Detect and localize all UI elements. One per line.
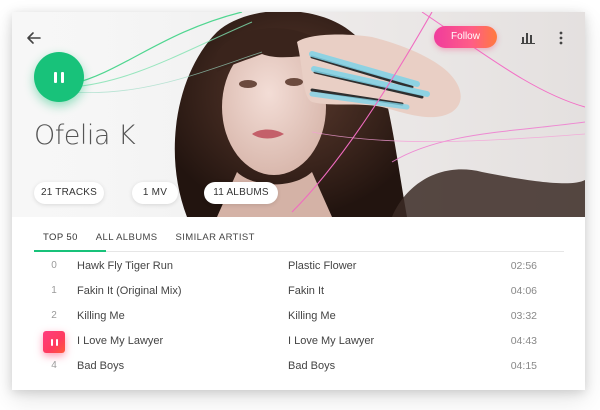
follow-button[interactable]: Follow [434, 26, 497, 48]
track-title: Bad Boys [77, 360, 125, 372]
artist-hero: Ofelia K Follow 21 TRACKS 1 MV 11 ALBUMS [12, 12, 585, 217]
track-album: Fakin It [288, 285, 325, 297]
artist-name: Ofelia K [34, 120, 136, 151]
track-title: Hawk Fly Tiger Run [77, 260, 173, 272]
content-tabs: TOP 50 ALL ALBUMS SIMILAR ARTIST [34, 226, 264, 252]
back-arrow-icon[interactable] [26, 30, 42, 46]
track-album: Bad Boys [288, 360, 336, 372]
track-duration: 04:15 [510, 360, 537, 372]
track-row[interactable]: 4 Bad Boys Bad Boys 04:15 [12, 354, 585, 379]
track-duration: 04:06 [510, 285, 537, 297]
tab-all-albums[interactable]: ALL ALBUMS [87, 226, 167, 252]
artist-card: Ofelia K Follow 21 TRACKS 1 MV 11 ALBUMS… [12, 12, 585, 390]
active-tab-indicator [34, 250, 106, 252]
albums-count-pill[interactable]: 11 ALBUMS [204, 182, 278, 204]
track-duration: 02:56 [510, 260, 537, 272]
track-album: Plastic Flower [288, 260, 357, 272]
play-pause-button[interactable] [34, 52, 84, 102]
track-number: 4 [51, 360, 57, 371]
tabs-divider [34, 251, 564, 252]
track-list: 0 Hawk Fly Tiger Run Plastic Flower 02:5… [12, 254, 585, 379]
track-row[interactable]: 0 Hawk Fly Tiger Run Plastic Flower 02:5… [12, 254, 585, 279]
track-title: Killing Me [77, 310, 125, 322]
tracks-count-pill[interactable]: 21 TRACKS [34, 182, 104, 204]
tab-similar-artist[interactable]: SIMILAR ARTIST [167, 226, 264, 252]
track-duration: 04:43 [510, 335, 537, 347]
track-duration: 03:32 [510, 310, 537, 322]
track-number: 0 [51, 260, 57, 271]
more-vertical-icon[interactable] [558, 30, 564, 46]
track-row-playing[interactable]: I Love My Lawyer I Love My Lawyer 04:43 [12, 329, 585, 354]
track-title: I Love My Lawyer [77, 335, 164, 347]
track-title: Fakin It (Original Mix) [77, 285, 182, 297]
track-pause-button[interactable] [43, 331, 65, 353]
track-row[interactable]: 2 Killing Me Killing Me 03:32 [12, 304, 585, 329]
track-number: 1 [51, 285, 57, 296]
track-album: I Love My Lawyer [288, 335, 375, 347]
pause-icon [54, 71, 64, 83]
pause-icon [50, 338, 58, 346]
tab-top-50[interactable]: TOP 50 [34, 226, 87, 252]
track-album: Killing Me [288, 310, 336, 322]
track-number: 2 [51, 310, 57, 321]
mv-count-pill[interactable]: 1 MV [132, 182, 178, 204]
bar-chart-icon[interactable] [521, 31, 535, 44]
track-row[interactable]: 1 Fakin It (Original Mix) Fakin It 04:06 [12, 279, 585, 304]
